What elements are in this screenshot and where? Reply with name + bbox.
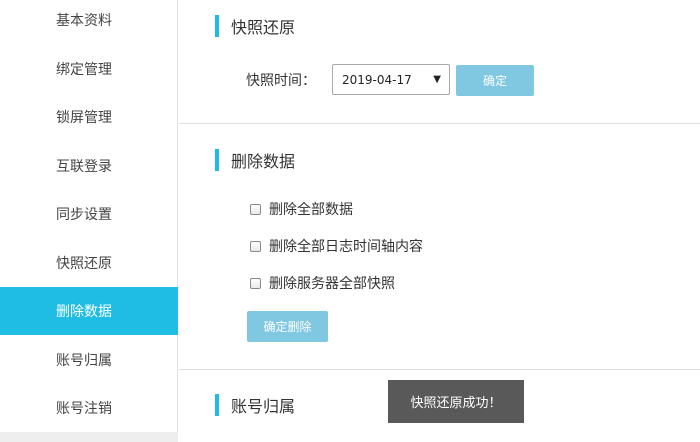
account-ownership-section-title: 账号归属 <box>215 393 295 417</box>
main-content: 快照还原 快照时间： 2019-04-17 ▼ 确定 删除数据 删除全部数据 删… <box>179 0 700 442</box>
sidebar-bottom-strip <box>0 432 178 442</box>
delete-all-data-checkbox[interactable] <box>250 203 261 215</box>
section-accent-bar <box>215 394 219 416</box>
sidebar-item-connected-login[interactable]: 互联登录 <box>0 142 178 190</box>
sidebar-item-binding-management[interactable]: 绑定管理 <box>0 45 178 93</box>
delete-data-section-title: 删除数据 <box>215 148 295 172</box>
delete-data-title-text: 删除数据 <box>231 152 296 171</box>
sidebar-item-account-ownership[interactable]: 账号归属 <box>0 336 178 384</box>
sidebar: 基本资料 绑定管理 锁屏管理 互联登录 同步设置 快照还原 删除数据 账号归属 … <box>0 0 178 442</box>
section-accent-bar <box>215 15 219 37</box>
delete-timeline-option[interactable]: 删除全部日志时间轴内容 <box>250 236 423 256</box>
success-toast: 快照还原成功！ <box>388 380 524 423</box>
sidebar-item-basic-info[interactable]: 基本资料 <box>0 0 178 44</box>
delete-timeline-checkbox[interactable] <box>250 240 261 252</box>
delete-all-data-option[interactable]: 删除全部数据 <box>250 199 353 219</box>
delete-timeline-label: 删除全部日志时间轴内容 <box>269 239 423 255</box>
snapshot-time-label: 快照时间： <box>246 73 316 89</box>
confirm-delete-button[interactable]: 确定删除 <box>247 311 328 342</box>
snapshot-date-select[interactable]: 2019-04-17 ▼ <box>332 64 450 95</box>
delete-snapshots-label: 删除服务器全部快照 <box>269 276 395 292</box>
snapshot-date-value: 2019-04-17 <box>342 72 412 87</box>
sidebar-item-account-cancellation[interactable]: 账号注销 <box>0 384 178 432</box>
account-ownership-title-text: 账号归属 <box>231 397 296 416</box>
snapshot-title-text: 快照还原 <box>231 18 296 37</box>
dropdown-caret-icon: ▼ <box>433 74 441 85</box>
section-accent-bar <box>215 149 219 171</box>
sidebar-item-snapshot-restore[interactable]: 快照还原 <box>0 239 178 287</box>
delete-snapshots-checkbox[interactable] <box>250 277 261 289</box>
settings-page: 基本资料 绑定管理 锁屏管理 互联登录 同步设置 快照还原 删除数据 账号归属 … <box>0 0 700 442</box>
snapshot-confirm-button[interactable]: 确定 <box>456 65 534 96</box>
sidebar-item-sync-settings[interactable]: 同步设置 <box>0 190 178 238</box>
delete-snapshots-option[interactable]: 删除服务器全部快照 <box>250 273 395 293</box>
snapshot-section-title: 快照还原 <box>215 14 295 38</box>
section-divider <box>179 123 700 124</box>
sidebar-item-delete-data[interactable]: 删除数据 <box>0 287 178 335</box>
section-divider <box>179 369 700 370</box>
sidebar-item-lock-screen-management[interactable]: 锁屏管理 <box>0 93 178 141</box>
delete-all-data-label: 删除全部数据 <box>269 202 353 218</box>
